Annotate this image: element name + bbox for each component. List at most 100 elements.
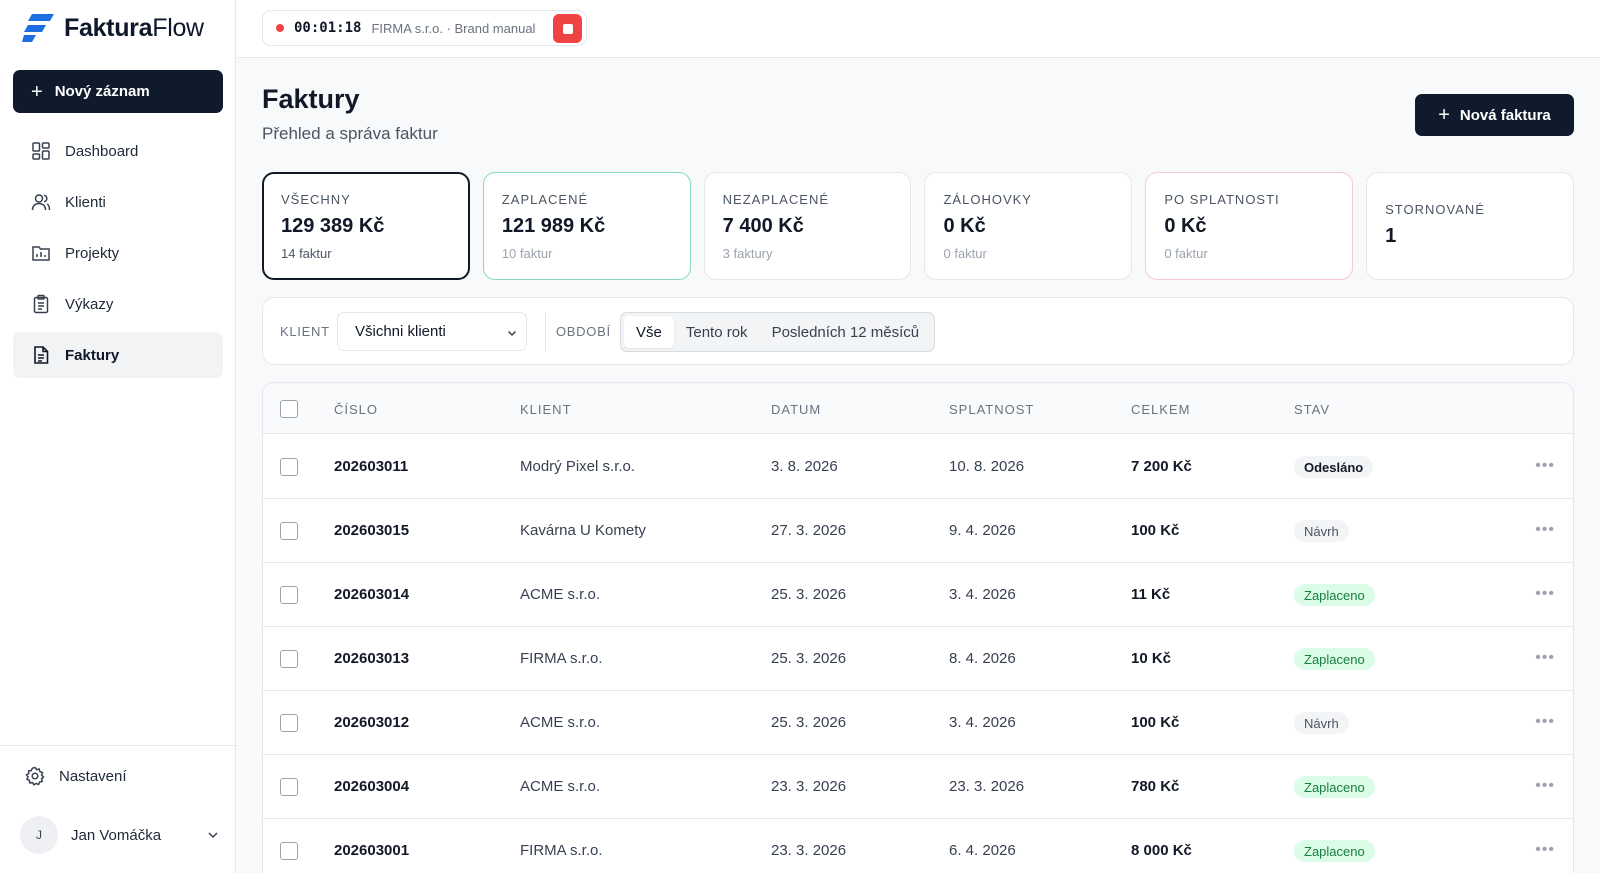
sidebar-item-label: Výkazy bbox=[65, 295, 114, 313]
row-actions-icon[interactable]: ••• bbox=[1535, 649, 1555, 667]
row-actions-icon[interactable]: ••• bbox=[1535, 841, 1555, 859]
logo-text-faktura: Faktura bbox=[64, 13, 153, 42]
invoice-number[interactable]: 202603015 bbox=[334, 522, 409, 539]
stop-icon bbox=[562, 23, 573, 34]
column-header-status[interactable]: STAV bbox=[1294, 402, 1330, 417]
filter-divider bbox=[545, 312, 546, 351]
row-actions-icon[interactable]: ••• bbox=[1535, 777, 1555, 795]
invoice-number[interactable]: 202603012 bbox=[334, 714, 409, 731]
stats-cards: VŠECHNY 129 389 Kč 14 faktur ZAPLACENÉ 1… bbox=[262, 172, 1574, 280]
column-header-total[interactable]: CELKEM bbox=[1131, 402, 1190, 417]
top-bar: 00:01:18 FIRMA s.r.o. · Brand manual bbox=[237, 0, 1600, 58]
period-segmented-control: Vše Tento rok Posledních 12 měsíců bbox=[620, 312, 936, 352]
invoice-number[interactable]: 202603001 bbox=[334, 842, 409, 859]
settings-link[interactable]: Nastavení bbox=[25, 766, 127, 786]
table-row[interactable]: 202603015 Kavárna U Komety 27. 3. 2026 9. 4… bbox=[263, 499, 1573, 563]
new-record-label: Nový záznam bbox=[54, 83, 150, 100]
column-header-client[interactable]: KLIENT bbox=[520, 402, 572, 417]
invoice-total: 7 200 Kč bbox=[1131, 458, 1192, 475]
timer-label: FIRMA s.r.o. · Brand manual bbox=[371, 20, 536, 36]
sidebar-item-projekty[interactable]: Projekty bbox=[13, 230, 223, 276]
new-invoice-button[interactable]: + Nová faktura bbox=[1415, 94, 1574, 136]
invoice-date: 25. 3. 2026 bbox=[771, 586, 847, 603]
page-subtitle: Přehled a správa faktur bbox=[262, 124, 438, 143]
status-badge: Zaplaceno bbox=[1294, 584, 1375, 606]
avatar: J bbox=[20, 816, 58, 854]
invoice-due-date: 9. 4. 2026 bbox=[949, 522, 1016, 539]
stat-card-cancelled[interactable]: STORNOVANÉ 1 bbox=[1366, 172, 1574, 280]
row-actions-icon[interactable]: ••• bbox=[1535, 713, 1555, 731]
row-checkbox[interactable] bbox=[280, 842, 298, 860]
stat-value: 0 Kč bbox=[943, 215, 986, 237]
table-row[interactable]: 202603013 FIRMA s.r.o. 25. 3. 2026 8. 4. 20… bbox=[263, 627, 1573, 691]
sidebar-item-klienti[interactable]: Klienti bbox=[13, 179, 223, 225]
stat-card-paid[interactable]: ZAPLACENÉ 121 989 Kč 10 faktur bbox=[482, 172, 691, 280]
stat-card-overdue[interactable]: PO SPLATNOSTI 0 Kč 0 faktur bbox=[1145, 172, 1354, 280]
sidebar-item-label: Faktury bbox=[65, 346, 120, 364]
row-actions-icon[interactable]: ••• bbox=[1535, 585, 1555, 603]
row-checkbox[interactable] bbox=[280, 522, 298, 540]
sidebar-item-dashboard[interactable]: Dashboard bbox=[13, 128, 223, 174]
sidebar-item-label: Projekty bbox=[65, 244, 120, 262]
app-logo[interactable]: FakturaFlow bbox=[22, 12, 204, 44]
table-row[interactable]: 202603004 ACME s.r.o. 23. 3. 2026 23. 3. 20… bbox=[263, 755, 1573, 819]
filters-bar: KLIENT Všichni klienti OBDOBÍ Vše Tento … bbox=[262, 297, 1574, 365]
invoice-client: FIRMA s.r.o. bbox=[520, 842, 603, 859]
row-actions-icon[interactable]: ••• bbox=[1535, 521, 1555, 539]
table-row[interactable]: 202603014 ACME s.r.o. 25. 3. 2026 3. 4. 202… bbox=[263, 563, 1573, 627]
stat-count: 14 faktur bbox=[281, 246, 332, 261]
row-checkbox[interactable] bbox=[280, 714, 298, 732]
select-all-checkbox[interactable] bbox=[280, 400, 298, 418]
invoice-icon bbox=[34, 346, 49, 364]
invoice-total: 11 Kč bbox=[1131, 586, 1171, 603]
period-option-this-year[interactable]: Tento rok bbox=[674, 316, 760, 348]
invoice-total: 10 Kč bbox=[1131, 650, 1172, 667]
table-row[interactable]: 202603011 Modrý Pixel s.r.o. 3. 8. 2026 10.… bbox=[263, 435, 1573, 499]
users-icon bbox=[31, 194, 51, 211]
table-row[interactable]: 202603001 FIRMA s.r.o. 23. 3. 2026 6. 4. 20… bbox=[263, 819, 1573, 873]
period-filter-label: OBDOBÍ bbox=[556, 324, 611, 339]
new-record-button[interactable]: + Nový záznam bbox=[13, 70, 223, 113]
period-option-all[interactable]: Vše bbox=[624, 316, 674, 348]
stat-card-advances[interactable]: ZÁLOHOVKY 0 Kč 0 faktur bbox=[924, 172, 1133, 280]
row-actions-icon[interactable]: ••• bbox=[1535, 457, 1555, 475]
invoice-date: 25. 3. 2026 bbox=[771, 714, 847, 731]
column-header-number[interactable]: ČÍSLO bbox=[334, 402, 378, 417]
clipboard-icon bbox=[33, 294, 49, 314]
chevron-down-icon bbox=[507, 330, 517, 337]
row-checkbox[interactable] bbox=[280, 778, 298, 796]
invoice-total: 8 000 Kč bbox=[1131, 842, 1192, 859]
invoice-number[interactable]: 202603004 bbox=[334, 778, 409, 795]
chevron-down-icon bbox=[208, 832, 218, 839]
period-option-last-12-months[interactable]: Posledních 12 měsíců bbox=[760, 316, 932, 348]
time-tracker[interactable]: 00:01:18 FIRMA s.r.o. · Brand manual bbox=[262, 10, 587, 46]
status-badge: Návrh bbox=[1294, 520, 1349, 542]
sidebar-item-faktury[interactable]: Faktury bbox=[13, 332, 223, 378]
row-checkbox[interactable] bbox=[280, 650, 298, 668]
client-select[interactable]: Všichni klienti bbox=[337, 312, 527, 351]
invoice-number[interactable]: 202603011 bbox=[334, 458, 408, 475]
invoice-number[interactable]: 202603013 bbox=[334, 650, 409, 667]
invoice-total: 100 Kč bbox=[1131, 714, 1180, 731]
status-badge: Zaplaceno bbox=[1294, 776, 1375, 798]
column-header-date[interactable]: DATUM bbox=[771, 402, 821, 417]
row-checkbox[interactable] bbox=[280, 586, 298, 604]
stat-count: 3 faktury bbox=[722, 246, 773, 261]
invoice-number[interactable]: 202603014 bbox=[334, 586, 409, 603]
user-menu[interactable]: J Jan Vomáčka bbox=[20, 816, 220, 854]
invoice-date: 25. 3. 2026 bbox=[771, 650, 847, 667]
stat-card-all[interactable]: VŠECHNY 129 389 Kč 14 faktur bbox=[262, 172, 470, 280]
table-row[interactable]: 202603012 ACME s.r.o. 25. 3. 2026 3. 4. 202… bbox=[263, 691, 1573, 755]
stat-value: 0 Kč bbox=[1164, 215, 1207, 237]
stat-card-unpaid[interactable]: NEZAPLACENÉ 7 400 Kč 3 faktury bbox=[703, 172, 912, 280]
page-title: Faktury bbox=[262, 84, 360, 114]
row-checkbox[interactable] bbox=[280, 458, 298, 476]
timer-time: 00:01:18 bbox=[294, 20, 362, 36]
sidebar-nav: Dashboard Klienti Projekty Výkazy Faktur… bbox=[13, 128, 223, 383]
stop-timer-button[interactable] bbox=[553, 14, 582, 43]
invoice-due-date: 23. 3. 2026 bbox=[949, 778, 1025, 795]
recording-dot-icon bbox=[276, 24, 284, 32]
stat-label: VŠECHNY bbox=[281, 192, 351, 207]
sidebar-item-vykazy[interactable]: Výkazy bbox=[13, 281, 223, 327]
column-header-due[interactable]: SPLATNOST bbox=[949, 402, 1034, 417]
